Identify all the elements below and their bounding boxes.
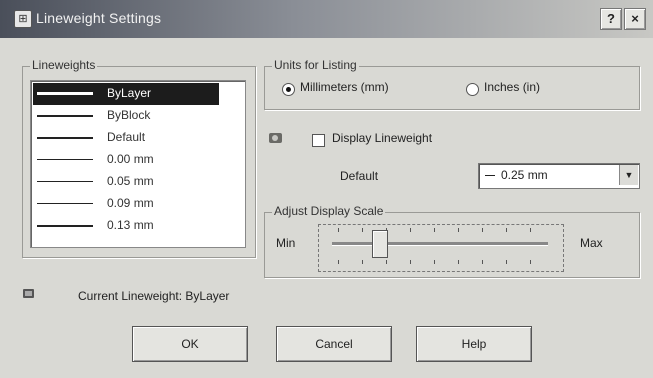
list-item-label: 0.09 mm xyxy=(107,196,154,210)
app-icon: ⊞ xyxy=(14,10,32,28)
inches-label[interactable]: Inches (in) xyxy=(484,80,540,94)
current-lineweight-icon xyxy=(22,288,36,300)
list-item[interactable]: 0.13 mm xyxy=(33,215,219,237)
list-item[interactable]: 0.09 mm xyxy=(33,193,219,215)
ok-button[interactable]: OK xyxy=(132,326,248,362)
window-title: Lineweight Settings xyxy=(36,10,162,26)
lineweight-info-icon xyxy=(268,131,284,145)
scale-slider-focus xyxy=(318,224,564,272)
millimeters-radio[interactable] xyxy=(282,83,295,96)
line-sample xyxy=(37,137,93,139)
lineweight-list[interactable]: ByLayer ByBlock Default 0.00 mm 0.05 mm … xyxy=(30,80,246,248)
scale-max-label: Max xyxy=(580,236,603,250)
list-item-label: 0.05 mm xyxy=(107,174,154,188)
default-label: Default xyxy=(340,169,379,183)
list-item-label: ByBlock xyxy=(107,108,151,122)
line-sample xyxy=(37,225,93,227)
default-lineweight-select[interactable]: 0.25 mm ▼ xyxy=(478,163,640,189)
inches-radio[interactable] xyxy=(466,83,479,96)
current-lineweight-text: Current Lineweight: ByLayer xyxy=(78,289,230,303)
list-item[interactable]: 0.05 mm xyxy=(33,171,219,193)
line-sample xyxy=(37,203,93,204)
line-sample xyxy=(37,159,93,160)
line-sample xyxy=(37,92,93,95)
close-button[interactable]: × xyxy=(624,8,646,30)
list-item[interactable]: Default xyxy=(33,127,219,149)
display-lineweight-label[interactable]: Display Lineweight xyxy=(332,131,432,145)
cancel-button[interactable]: Cancel xyxy=(276,326,392,362)
list-item-label: 0.00 mm xyxy=(107,152,154,166)
scale-slider-track[interactable] xyxy=(332,242,548,246)
units-group-label: Units for Listing xyxy=(272,58,359,72)
scale-min-label: Min xyxy=(276,236,296,250)
default-value: 0.25 mm xyxy=(501,168,548,182)
list-item[interactable]: ByLayer xyxy=(33,83,219,105)
list-item[interactable]: ByBlock xyxy=(33,105,219,127)
millimeters-label[interactable]: Millimeters (mm) xyxy=(300,80,389,94)
list-item-label: ByLayer xyxy=(107,86,152,100)
list-scrollbar[interactable]: ▲ ▼ xyxy=(245,82,246,246)
list-item[interactable]: 0.00 mm xyxy=(33,149,219,171)
line-sample xyxy=(37,115,93,117)
chevron-down-icon[interactable]: ▼ xyxy=(619,165,638,185)
help-button[interactable]: Help xyxy=(416,326,532,362)
lineweights-group-label: Lineweights xyxy=(30,58,98,72)
list-item-label: Default xyxy=(107,130,146,144)
list-item-label: 0.13 mm xyxy=(107,218,154,232)
help-title-button[interactable]: ? xyxy=(600,8,622,30)
line-sample xyxy=(37,181,93,182)
scale-group-label: Adjust Display Scale xyxy=(272,204,386,218)
line-sample xyxy=(485,175,495,176)
scale-slider-thumb[interactable] xyxy=(372,230,388,258)
display-lineweight-checkbox[interactable] xyxy=(312,134,325,147)
